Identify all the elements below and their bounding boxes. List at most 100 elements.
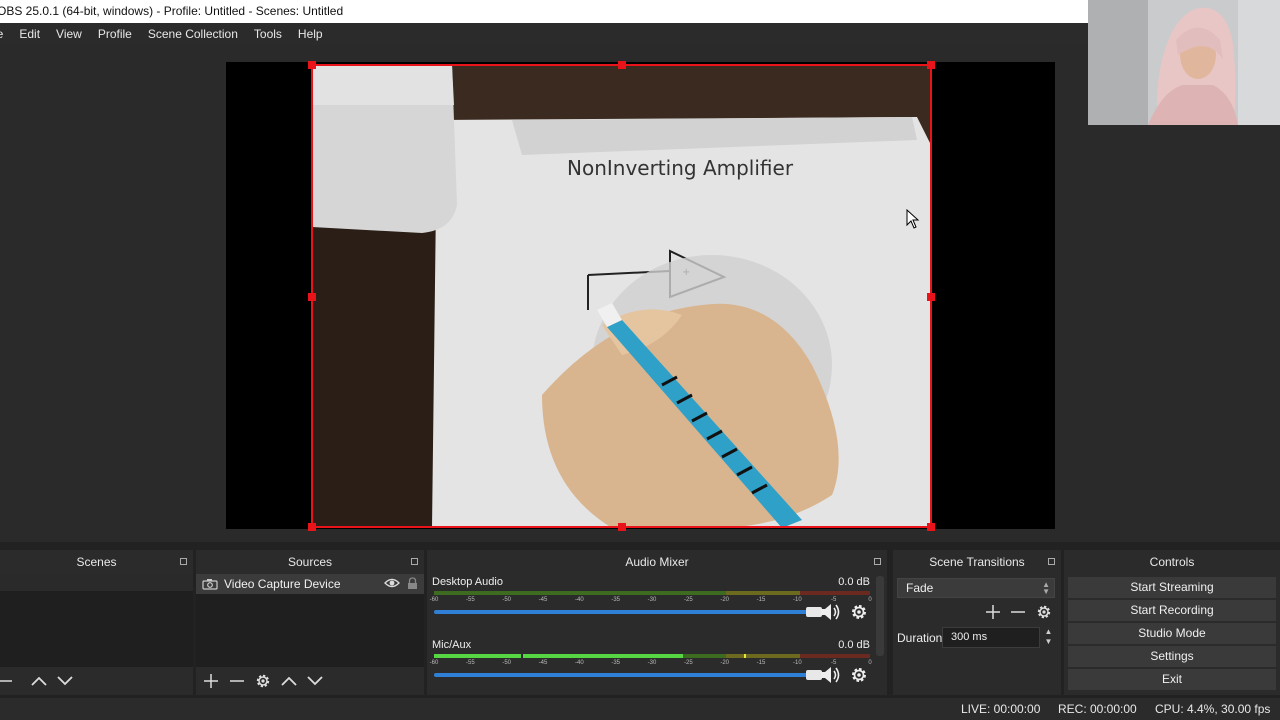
- sources-list: Video Capture Device: [196, 574, 424, 667]
- menu-scene-collection[interactable]: Scene Collection: [140, 23, 246, 45]
- mixer-track-mic-aux: Mic/Aux 0.0 dB -60 -55 -50 -45 -40 -35 -30 -25 -…: [430, 639, 878, 699]
- meter-tick-label: -35: [611, 597, 620, 603]
- audio-mixer-title-text: Audio Mixer: [625, 555, 689, 569]
- duration-spinner[interactable]: ▲ ▼: [1042, 627, 1055, 648]
- track-name: Mic/Aux: [432, 639, 472, 651]
- chevron-down-icon: [57, 676, 73, 686]
- add-source-button[interactable]: [200, 670, 222, 692]
- float-icon[interactable]: [180, 558, 187, 565]
- minus-icon: [1011, 611, 1025, 613]
- meter-tick-label: -55: [465, 660, 475, 666]
- minus-icon: [0, 680, 12, 682]
- transition-properties-button[interactable]: [1033, 601, 1055, 623]
- scenes-toolbar: [0, 667, 193, 695]
- meter-tick-label: -45: [538, 660, 548, 666]
- sources-dock-title: Sources: [196, 550, 424, 574]
- gear-icon: [1037, 605, 1051, 619]
- plus-icon: [204, 674, 218, 688]
- float-icon[interactable]: [874, 558, 881, 565]
- scenes-title-text: Scenes: [76, 555, 117, 569]
- add-transition-button[interactable]: [982, 601, 1004, 623]
- gear-icon[interactable]: [850, 603, 868, 621]
- scene-transitions-title-text: Scene Transitions: [929, 555, 1025, 569]
- menu-edit[interactable]: Edit: [11, 23, 48, 45]
- meter-tick-label: 0: [868, 660, 872, 666]
- meter-tick-label: -10: [792, 597, 802, 603]
- move-source-down-button[interactable]: [304, 670, 326, 692]
- transition-selected-value: Fade: [906, 581, 934, 595]
- rec-status: REC: 00:00:00: [1058, 702, 1137, 716]
- remove-source-button[interactable]: [226, 670, 248, 692]
- float-icon[interactable]: [1048, 558, 1055, 565]
- scenes-dock: Scenes: [0, 550, 193, 695]
- start-recording-button[interactable]: Start Recording: [1068, 600, 1276, 621]
- live-status: LIVE: 00:00:00: [961, 702, 1041, 716]
- source-label: Video Capture Device: [224, 577, 341, 591]
- menu-help[interactable]: Help: [290, 23, 331, 45]
- meter-tick-label: -60: [429, 660, 439, 666]
- controls-dock: Controls Start Streaming Start Recording…: [1064, 550, 1280, 695]
- scenes-dock-title: Scenes: [0, 550, 193, 574]
- gear-icon[interactable]: [850, 666, 868, 684]
- meter-tick-label: 0: [868, 597, 872, 603]
- docks-area: Scenes Sources Video Capture Device Audi…: [0, 542, 1280, 698]
- meter-tick-label: -10: [792, 660, 802, 666]
- meter-tick-label: -55: [465, 597, 475, 603]
- meter-ticks: -60 -55 -50 -45 -40 -35 -30 -25 -20 -15 -10 -5 0: [430, 597, 872, 607]
- meter-tick-label: -20: [720, 597, 729, 603]
- menu-file[interactable]: File: [0, 23, 11, 45]
- meter-tick-label: -50: [502, 597, 511, 603]
- meter-tick-label: -30: [647, 660, 657, 666]
- speaker-icon[interactable]: [820, 666, 842, 684]
- remove-scene-button[interactable]: [0, 670, 12, 692]
- mouse-cursor-icon: [906, 209, 920, 229]
- meter-tick-label: -35: [611, 660, 620, 666]
- meter-tick-label: -15: [756, 597, 766, 603]
- meter-tick-label: -25: [683, 597, 693, 603]
- meter-ticks: -60 -55 -50 -45 -40 -35 -30 -25 -20 -15 -10 -5 0: [430, 660, 872, 670]
- menu-profile[interactable]: Profile: [90, 23, 140, 45]
- menu-view[interactable]: View: [48, 23, 90, 45]
- move-source-up-button[interactable]: [278, 670, 300, 692]
- chevron-down-icon: [307, 676, 323, 686]
- float-icon[interactable]: [411, 558, 418, 565]
- menu-tools[interactable]: Tools: [246, 23, 290, 45]
- start-streaming-button[interactable]: Start Streaming: [1068, 577, 1276, 598]
- window-title: OBS 25.0.1 (64-bit, windows) - Profile: …: [0, 4, 344, 18]
- volume-slider[interactable]: [434, 607, 822, 617]
- speaker-icon[interactable]: [820, 603, 842, 621]
- meter-level: [434, 654, 683, 658]
- mixer-track-desktop-audio: Desktop Audio 0.0 dB -60 -55 -50 -45 -40 -35 -…: [430, 576, 878, 636]
- duration-input[interactable]: 300 ms: [942, 627, 1040, 648]
- track-db: 0.0 dB: [838, 639, 870, 651]
- webcam-frame: [1088, 0, 1280, 125]
- mixer-scrollbar[interactable]: [876, 576, 884, 656]
- gear-icon: [256, 674, 270, 688]
- video-capture-preview[interactable]: + - NonInverting Amplifier: [312, 65, 931, 528]
- duration-value: 300 ms: [951, 631, 988, 643]
- meter-tick-label: -15: [756, 660, 766, 666]
- meter-tick-label: -40: [574, 660, 584, 666]
- eye-icon[interactable]: [384, 577, 400, 589]
- move-scene-down-button[interactable]: [54, 670, 76, 692]
- studio-mode-button[interactable]: Studio Mode: [1068, 623, 1276, 644]
- volume-slider[interactable]: [434, 670, 822, 680]
- camera-icon: [202, 579, 218, 590]
- source-item[interactable]: Video Capture Device: [196, 574, 424, 594]
- settings-button[interactable]: Settings: [1068, 646, 1276, 667]
- scenes-list[interactable]: [0, 574, 193, 667]
- remove-transition-button[interactable]: [1007, 601, 1029, 623]
- window-title-bar: OBS 25.0.1 (64-bit, windows) - Profile: …: [0, 0, 1088, 23]
- lock-icon[interactable]: [407, 577, 418, 590]
- sources-title-text: Sources: [287, 555, 333, 569]
- meter-tick-label: -25: [683, 660, 693, 666]
- source-properties-button[interactable]: [252, 670, 274, 692]
- exit-button[interactable]: Exit: [1068, 669, 1276, 690]
- track-db: 0.0 dB: [838, 576, 870, 588]
- transition-select[interactable]: Fade ▲ ▼: [897, 578, 1055, 598]
- move-scene-up-button[interactable]: [28, 670, 50, 692]
- meter-tick-label: -20: [720, 660, 729, 666]
- cpu-status: CPU: 4.4%, 30.00 fps: [1155, 702, 1271, 716]
- meter-tick-label: -40: [574, 597, 584, 603]
- scene-row-selected[interactable]: [0, 574, 193, 591]
